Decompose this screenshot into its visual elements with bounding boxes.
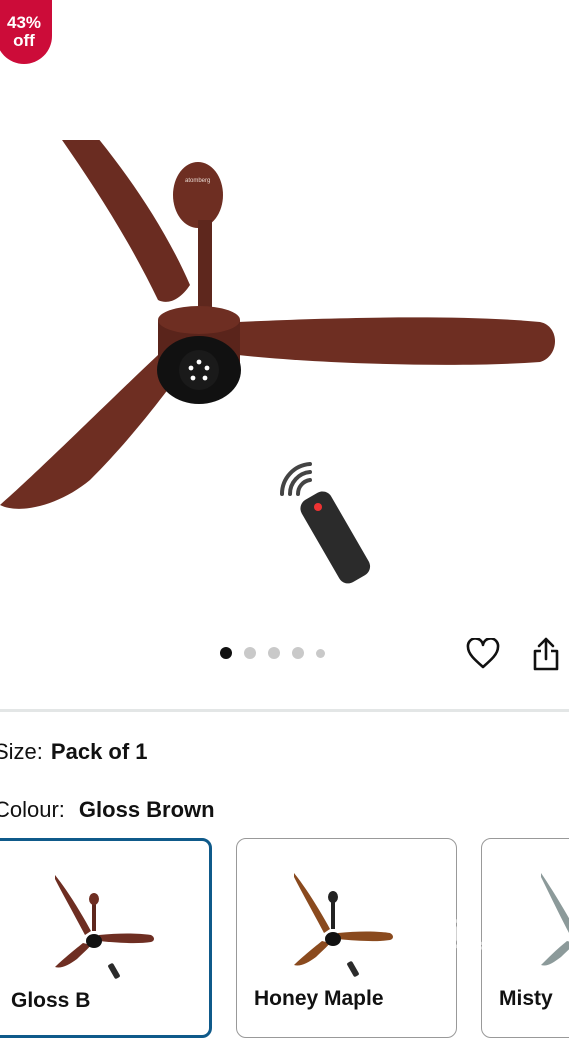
discount-percent: 43% — [6, 13, 42, 32]
brand-logo-text: atomberg — [185, 178, 210, 184]
heart-icon[interactable] — [466, 638, 500, 670]
size-label: Size: — [0, 739, 43, 764]
swatch-name: Honey Maple — [254, 987, 384, 1010]
carousel-indicator — [220, 647, 325, 659]
discount-suffix: off — [13, 31, 35, 50]
size-value: Pack of 1 — [50, 739, 148, 764]
swatch-honey-maple[interactable]: Honey Maple — [236, 838, 457, 1038]
carousel-dot[interactable] — [292, 647, 304, 659]
swatch-name: Gloss B — [11, 989, 91, 1012]
watermark-sub: INDIA — [500, 957, 519, 964]
carousel-dot[interactable] — [268, 647, 280, 659]
watermark-text: OLX — [432, 910, 518, 957]
swatch-fan-thumbnail — [541, 873, 569, 966]
colour-selector: Colour: Gloss Brown — [0, 797, 215, 823]
olx-watermark: OLX INDIA — [432, 910, 520, 964]
carousel-dot[interactable] — [244, 647, 256, 659]
size-selector: Size: Pack of 1 — [0, 739, 148, 765]
share-icon[interactable] — [531, 636, 561, 672]
remote-control-image — [279, 462, 371, 584]
discount-badge: 43% off — [0, 0, 52, 64]
carousel-dot[interactable] — [220, 647, 232, 659]
carousel-dot[interactable] — [316, 648, 325, 658]
colour-value: Gloss Brown — [78, 797, 215, 822]
swatch-fan-thumbnail — [55, 875, 154, 979]
swatch-gloss-brown[interactable]: Gloss B — [0, 838, 212, 1038]
section-divider — [0, 709, 569, 712]
swatch-fan-thumbnail — [294, 873, 393, 977]
colour-label: Colour: — [0, 797, 65, 822]
product-image-gallery[interactable]: 43% off atomberg — [0, 0, 569, 700]
swatch-name: Misty — [499, 987, 553, 1010]
